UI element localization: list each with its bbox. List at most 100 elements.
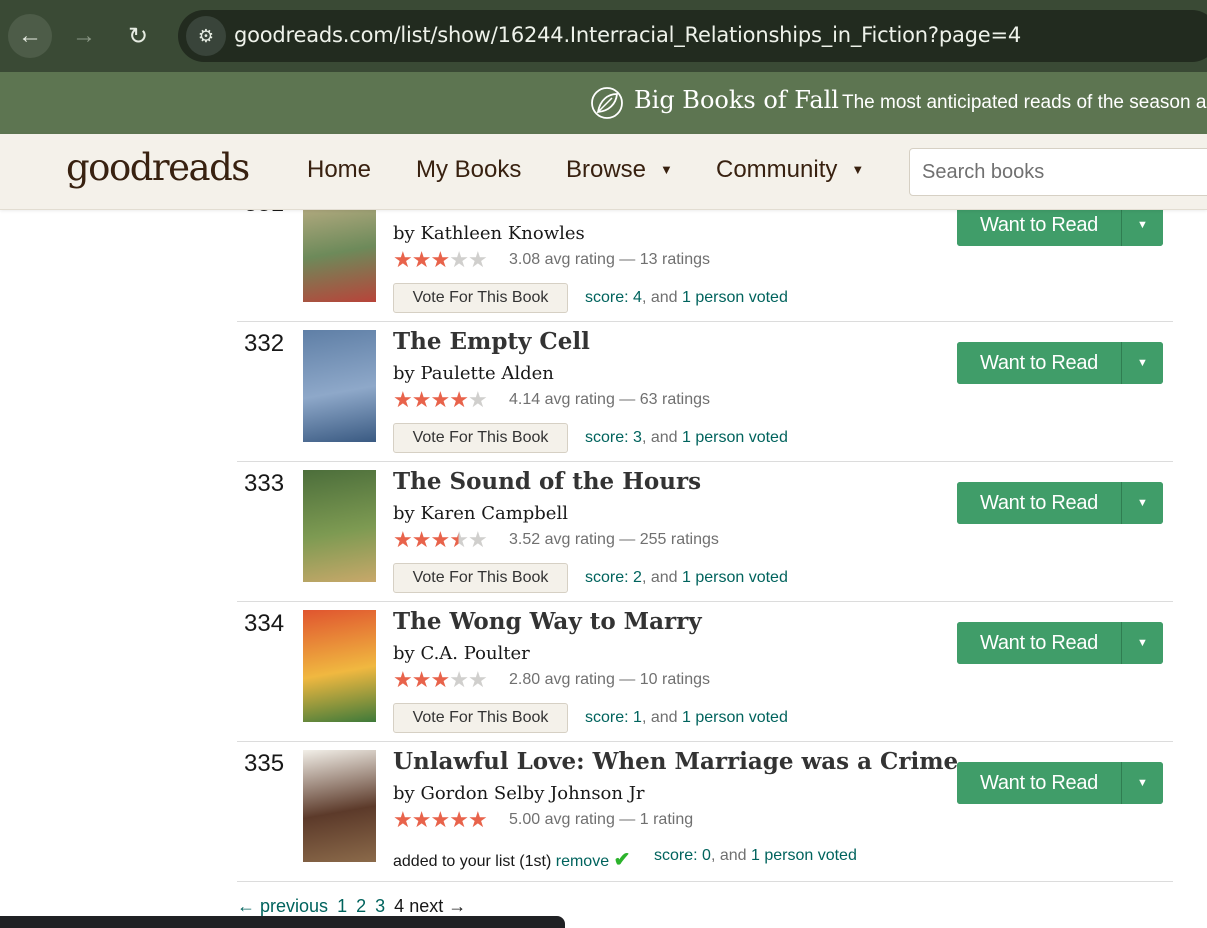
star-rating: ★★★★★ xyxy=(393,387,488,412)
vote-button[interactable]: Vote For This Book xyxy=(393,283,568,313)
site-settings-icon[interactable]: ⚙ xyxy=(186,16,226,56)
and-text: and xyxy=(650,289,678,306)
star-rating: ★★★★★ xyxy=(393,247,488,272)
promo-banner[interactable]: Big Books of Fall The most anticipated r… xyxy=(0,72,1207,134)
nav-my-books[interactable]: My Books xyxy=(416,156,521,184)
star-rating: ★★★★★ xyxy=(393,667,488,692)
want-to-read-button[interactable]: Want to Read xyxy=(957,762,1122,804)
nav-community-label: Community xyxy=(716,156,838,183)
star-icon: ★ xyxy=(467,247,488,272)
score-link[interactable]: score: 3 xyxy=(585,429,642,446)
star-icon: ★ xyxy=(449,527,469,552)
pagination: ← previous 1 2 3 4 next → xyxy=(237,896,470,917)
nav-browse[interactable]: Browse ▼ xyxy=(566,156,673,184)
next-page-link[interactable]: next → xyxy=(409,896,466,916)
want-to-read-group: Want to Read ▼ xyxy=(957,204,1163,246)
by-label: by xyxy=(393,643,415,664)
voters-link[interactable]: 1 person voted xyxy=(751,847,857,864)
vote-button[interactable]: Vote For This Book xyxy=(393,423,568,453)
book-row: 333 The Sound of the Hours by Karen Campbe… xyxy=(237,462,1173,602)
forward-arrow-icon[interactable]: → xyxy=(62,14,106,58)
star-rating: ★★★★★ xyxy=(393,807,488,832)
nav-community[interactable]: Community ▼ xyxy=(716,156,864,184)
book-title[interactable]: The Empty Cell xyxy=(393,328,590,355)
star-icon: ★ xyxy=(393,527,413,552)
book-title[interactable]: The Wong Way to Marry xyxy=(393,608,702,635)
want-to-read-button[interactable]: Want to Read xyxy=(957,342,1122,384)
voters-link[interactable]: 1 person voted xyxy=(682,569,788,586)
book-cover[interactable] xyxy=(303,470,376,582)
book-author: by Paulette Alden xyxy=(393,363,554,384)
author-link[interactable]: Paulette Alden xyxy=(420,363,553,384)
author-link[interactable]: Karen Campbell xyxy=(420,503,568,524)
star-icon: ★ xyxy=(393,247,413,272)
book-author: by Karen Campbell xyxy=(393,503,568,524)
star-icon: ★ xyxy=(411,527,432,552)
search-input[interactable] xyxy=(909,148,1207,196)
shelf-dropdown-caret-icon[interactable]: ▼ xyxy=(1122,762,1163,804)
score-info: score: 4, and 1 person voted xyxy=(585,289,788,306)
star-icon: ★ xyxy=(467,667,488,692)
shelf-dropdown-caret-icon[interactable]: ▼ xyxy=(1122,622,1163,664)
score-link[interactable]: score: 4 xyxy=(585,289,642,306)
nav-home[interactable]: Home xyxy=(307,156,371,184)
by-label: by xyxy=(393,503,415,524)
want-to-read-button[interactable]: Want to Read xyxy=(957,482,1122,524)
author-link[interactable]: Kathleen Knowles xyxy=(420,223,584,244)
voters-link[interactable]: 1 person voted xyxy=(682,429,788,446)
author-link[interactable]: C.A. Poulter xyxy=(420,643,529,664)
checkmark-icon: ✔ xyxy=(613,849,631,871)
page-link-3[interactable]: 3 xyxy=(375,896,385,916)
voters-link[interactable]: 1 person voted xyxy=(682,289,788,306)
book-title[interactable]: The Sound of the Hours xyxy=(393,468,701,495)
star-icon: ★ xyxy=(411,247,432,272)
previous-page-link[interactable]: ← previous xyxy=(237,896,328,916)
mini-rating: 3.52 avg rating — 255 ratings xyxy=(509,531,719,548)
score-value: 0 xyxy=(702,847,711,864)
caret-down-icon: ▼ xyxy=(851,162,865,177)
mini-rating: 5.00 avg rating — 1 rating xyxy=(509,811,694,828)
page-link-1[interactable]: 1 xyxy=(337,896,347,916)
book-cover[interactable] xyxy=(303,610,376,722)
author-link[interactable]: Gordon Selby Johnson Jr xyxy=(420,783,644,804)
site-header: goodreads Home My Books Browse ▼ Communit… xyxy=(0,134,1207,210)
star-icon: ★ xyxy=(411,667,432,692)
banner-subtitle: The most anticipated reads of the season… xyxy=(842,92,1207,113)
url-text[interactable]: goodreads.com/list/show/16244.Interracia… xyxy=(234,23,1021,47)
star-icon: ★ xyxy=(467,527,488,552)
vote-button[interactable]: Vote For This Book xyxy=(393,703,568,733)
score-link[interactable]: score: 1 xyxy=(585,709,642,726)
by-label: by xyxy=(393,783,415,804)
want-to-read-group: Want to Read ▼ xyxy=(957,622,1163,664)
caret-down-icon: ▼ xyxy=(660,162,673,177)
voters-link[interactable]: 1 person voted xyxy=(682,709,788,726)
remove-link[interactable]: remove xyxy=(556,853,609,870)
address-bar[interactable]: ⚙ goodreads.com/list/show/16244.Interrac… xyxy=(178,10,1207,62)
by-label: by xyxy=(393,363,415,384)
book-row: 335 Unlawful Love: When Marriage was a Cr… xyxy=(237,742,1173,882)
book-title[interactable]: Unlawful Love: When Marriage was a Crime xyxy=(393,748,958,775)
book-cover[interactable] xyxy=(303,330,376,442)
back-arrow-icon[interactable]: ← xyxy=(8,14,52,58)
star-icon: ★ xyxy=(393,387,413,412)
star-icon: ★ xyxy=(449,247,469,272)
want-to-read-group: Want to Read ▼ xyxy=(957,482,1163,524)
want-to-read-button[interactable]: Want to Read xyxy=(957,204,1122,246)
book-cover[interactable] xyxy=(303,750,376,862)
mini-rating: 3.08 avg rating — 13 ratings xyxy=(509,251,711,268)
star-icon: ★ xyxy=(467,387,488,412)
score-value: 4 xyxy=(633,289,642,306)
star-icon: ★ xyxy=(393,807,413,832)
star-icon: ★ xyxy=(430,387,450,412)
goodreads-logo[interactable]: goodreads xyxy=(66,146,250,189)
page-link-2[interactable]: 2 xyxy=(356,896,366,916)
shelf-dropdown-caret-icon[interactable]: ▼ xyxy=(1122,204,1163,246)
reload-icon[interactable]: ↻ xyxy=(116,14,160,58)
shelf-dropdown-caret-icon[interactable]: ▼ xyxy=(1122,342,1163,384)
score-link[interactable]: score: 0 xyxy=(654,847,711,864)
shelf-dropdown-caret-icon[interactable]: ▼ xyxy=(1122,482,1163,524)
score-link[interactable]: score: 2 xyxy=(585,569,642,586)
vote-button[interactable]: Vote For This Book xyxy=(393,563,568,593)
score-label: score: xyxy=(585,289,629,306)
want-to-read-button[interactable]: Want to Read xyxy=(957,622,1122,664)
